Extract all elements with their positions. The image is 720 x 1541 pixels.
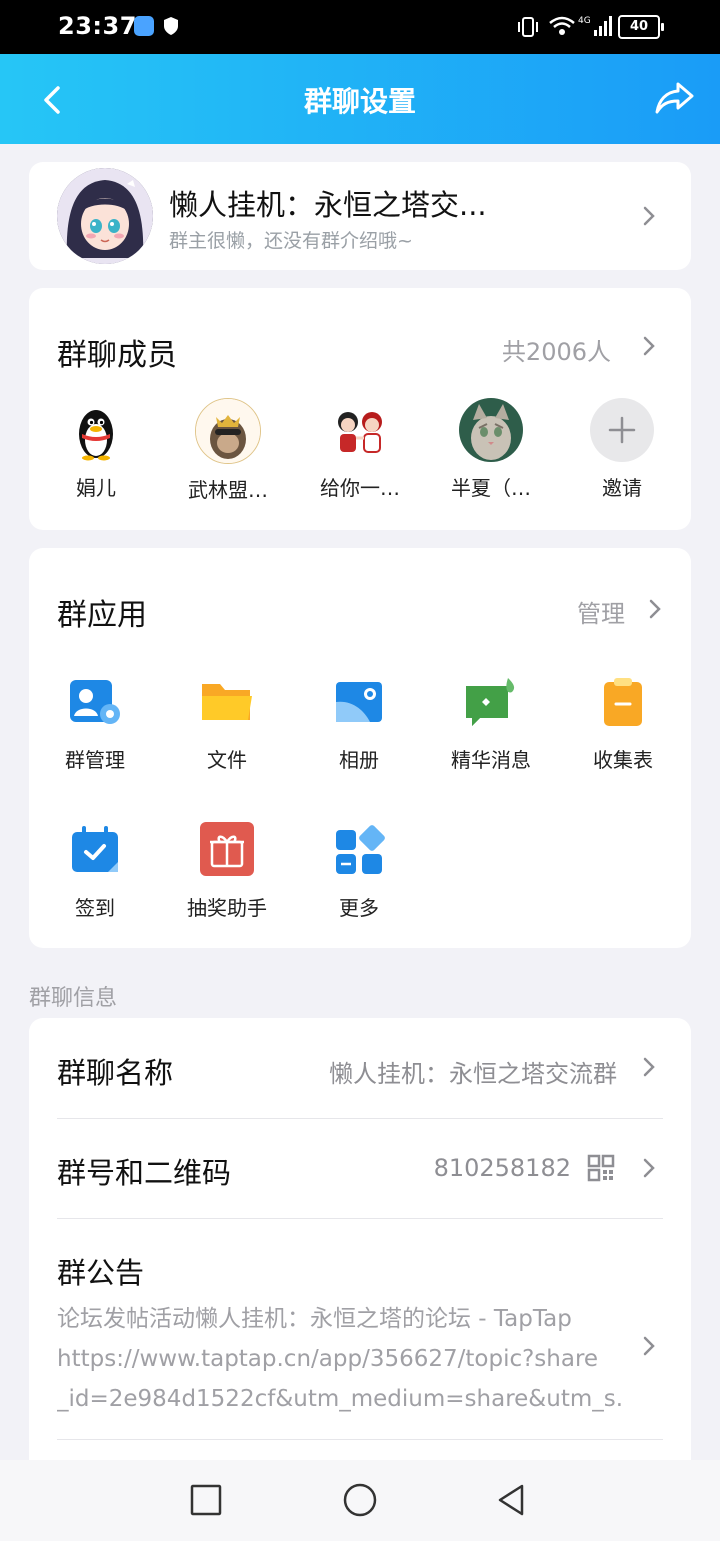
app-label: 精华消息 bbox=[451, 748, 531, 772]
group-notice-row[interactable]: 群公告 论坛发帖活动懒人挂机：永恒之塔的论坛 - TapTap https://… bbox=[29, 1219, 691, 1439]
invite-label: 邀请 bbox=[602, 476, 642, 500]
group-info-card: 群聊名称 懒人挂机：永恒之塔交流群 群号和二维码 810258182 群公告 论… bbox=[29, 1018, 691, 1478]
signal-icon: 4G bbox=[578, 16, 612, 36]
album-icon bbox=[336, 682, 382, 722]
vibrate-icon bbox=[518, 17, 538, 37]
row-title: 群聊名称 bbox=[57, 1056, 174, 1090]
section-label-info: 群聊信息 bbox=[29, 986, 118, 1011]
group-avatar[interactable] bbox=[57, 168, 153, 264]
divider bbox=[57, 1439, 663, 1440]
app-forms[interactable]: 收集表 bbox=[563, 674, 683, 773]
member-name: 给你一… bbox=[320, 476, 400, 500]
app-label: 更多 bbox=[339, 896, 379, 920]
member-item[interactable]: 娟儿 bbox=[41, 398, 151, 501]
penguin-icon bbox=[64, 398, 128, 462]
notice-line: 论坛发帖活动懒人挂机：永恒之塔的论坛 - TapTap bbox=[57, 1306, 572, 1332]
ape-avatar-image bbox=[196, 399, 260, 463]
app-label: 群管理 bbox=[65, 748, 125, 772]
invite-button[interactable]: 邀请 bbox=[567, 398, 677, 501]
app-label: 收集表 bbox=[593, 748, 653, 772]
status-bar: 23:37 4G 40 bbox=[0, 0, 720, 54]
plus-icon bbox=[608, 416, 636, 444]
header-bar: 群聊设置 bbox=[0, 54, 720, 144]
notice-line: https://www.taptap.cn/app/356627/topic?s… bbox=[57, 1346, 599, 1372]
member-name: 武林盟… bbox=[188, 478, 268, 502]
recent-apps-icon[interactable] bbox=[188, 1482, 224, 1518]
chevron-right-icon bbox=[643, 1057, 655, 1077]
notice-content: 论坛发帖活动懒人挂机：永恒之塔的论坛 - TapTap https://www.… bbox=[57, 1299, 621, 1419]
members-title: 群聊成员 bbox=[57, 338, 177, 373]
more-apps-icon bbox=[336, 825, 385, 874]
shield-icon bbox=[164, 17, 178, 35]
member-avatar bbox=[459, 398, 523, 462]
group-profile-card[interactable]: 懒人挂机：永恒之塔交... 群主很懒，还没有群介绍哦~ bbox=[29, 162, 691, 270]
member-avatar bbox=[195, 398, 261, 464]
member-avatar bbox=[64, 398, 128, 462]
status-time: 23:37 bbox=[58, 12, 137, 40]
group-apps-card: 群应用 管理 群管理 文件 相册 精华消息 收集表 签到 抽奖助手 更多 bbox=[29, 548, 691, 948]
battery-icon: 40 bbox=[618, 15, 664, 39]
chevron-right-icon bbox=[643, 1336, 655, 1356]
group-name-row[interactable]: 群聊名称 懒人挂机：永恒之塔交流群 bbox=[29, 1018, 691, 1118]
group-admin-icon bbox=[70, 680, 120, 724]
invite-avatar bbox=[590, 398, 654, 462]
app-lottery[interactable]: 抽奖助手 bbox=[167, 822, 287, 921]
member-count[interactable]: 共2006人 bbox=[502, 332, 611, 367]
folder-icon bbox=[202, 684, 252, 720]
anime-avatar-image bbox=[57, 168, 153, 264]
gift-icon bbox=[200, 822, 254, 876]
chevron-right-icon[interactable] bbox=[641, 335, 657, 357]
chevron-right-icon bbox=[643, 1158, 655, 1178]
row-title: 群公告 bbox=[57, 1256, 145, 1290]
manage-link[interactable]: 管理 bbox=[577, 594, 625, 629]
app-highlights[interactable]: 精华消息 bbox=[431, 674, 551, 773]
group-id-value: 810258182 bbox=[433, 1154, 571, 1182]
calendar-check-icon bbox=[72, 826, 118, 872]
chevron-right-icon[interactable] bbox=[647, 598, 663, 620]
app-group-admin[interactable]: 群管理 bbox=[35, 674, 155, 773]
row-value: 懒人挂机：永恒之塔交流群 bbox=[329, 1060, 617, 1088]
group-description: 群主很懒，还没有群介绍哦~ bbox=[169, 230, 413, 252]
app-checkin[interactable]: 签到 bbox=[35, 822, 155, 921]
share-icon[interactable] bbox=[654, 80, 696, 116]
qr-code-icon bbox=[587, 1154, 615, 1182]
svg-text:4G: 4G bbox=[578, 16, 591, 26]
app-label: 相册 bbox=[339, 748, 379, 772]
system-nav-bar bbox=[0, 1460, 720, 1541]
row-title: 群号和二维码 bbox=[57, 1156, 232, 1190]
wifi-icon bbox=[549, 16, 575, 35]
group-id-qr-row[interactable]: 群号和二维码 810258182 bbox=[29, 1119, 691, 1219]
app-label: 文件 bbox=[207, 748, 247, 772]
clipboard-icon bbox=[604, 678, 642, 726]
app-files[interactable]: 文件 bbox=[167, 674, 287, 773]
app-notification-icon bbox=[134, 16, 154, 36]
member-name: 娟儿 bbox=[76, 476, 116, 500]
member-avatar bbox=[328, 398, 392, 462]
member-item[interactable]: 武林盟… bbox=[173, 398, 283, 503]
member-item[interactable]: 给你一… bbox=[305, 398, 415, 501]
highlight-message-icon bbox=[466, 678, 515, 726]
app-label: 签到 bbox=[75, 896, 115, 920]
members-card: 群聊成员 共2006人 娟儿 武林盟… 给你一… 半夏（… 邀请 bbox=[29, 288, 691, 530]
home-icon[interactable] bbox=[342, 1482, 378, 1518]
group-name: 懒人挂机：永恒之塔交... bbox=[169, 188, 487, 222]
chevron-right-icon bbox=[643, 206, 655, 226]
cartoon-couple-image bbox=[328, 398, 392, 462]
cat-avatar-image bbox=[459, 398, 523, 462]
app-album[interactable]: 相册 bbox=[299, 674, 419, 773]
app-more[interactable]: 更多 bbox=[299, 822, 419, 921]
notice-line: _id=2e984d1522cf&utm_medium=share&utm_s.… bbox=[57, 1386, 621, 1412]
apps-title: 群应用 bbox=[57, 598, 147, 633]
app-label: 抽奖助手 bbox=[187, 896, 267, 920]
back-nav-icon[interactable] bbox=[494, 1482, 530, 1518]
member-item[interactable]: 半夏（… bbox=[436, 398, 546, 501]
page-title: 群聊设置 bbox=[303, 85, 416, 118]
member-name: 半夏（… bbox=[451, 476, 531, 500]
